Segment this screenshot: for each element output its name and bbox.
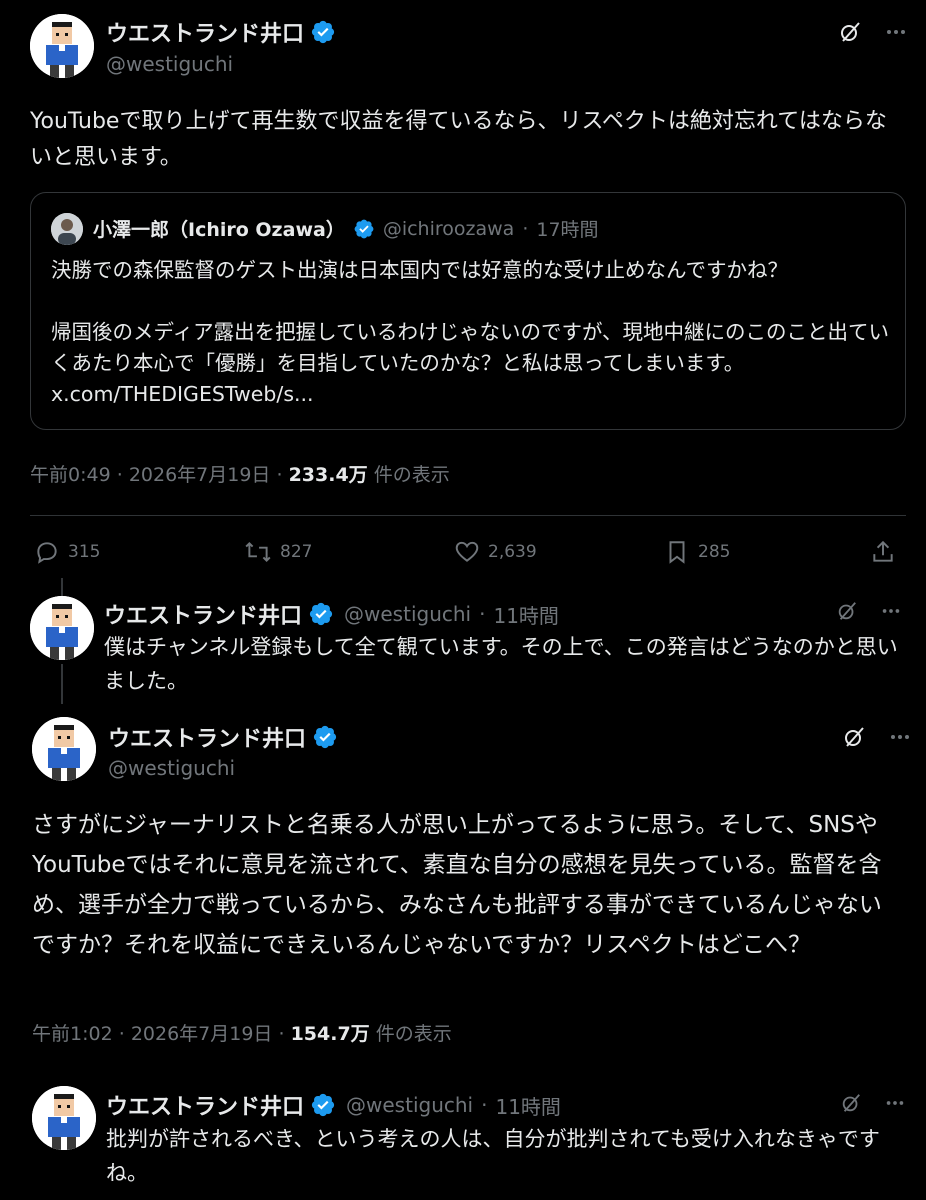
tweet-main-1[interactable]: ウエストランド井口 @westiguchi YouTubeで取り上げて再生数で収… bbox=[0, 0, 926, 590]
quoted-avatar[interactable] bbox=[51, 213, 83, 245]
author-handle[interactable]: @westiguchi bbox=[346, 1093, 473, 1117]
quoted-author-handle[interactable]: @ichiroozawa bbox=[383, 218, 515, 240]
tweet-meta: 午前1:02 · 2026年7月19日 · 154.7万 件の表示 bbox=[32, 1019, 452, 1046]
author-name[interactable]: ウエストランド井口 bbox=[104, 598, 302, 630]
like-icon bbox=[455, 541, 479, 562]
reply-icon bbox=[37, 542, 57, 564]
grok-icon[interactable] bbox=[840, 1092, 862, 1114]
like-count: 2,639 bbox=[488, 542, 537, 562]
view-count-label: 件の表示 bbox=[373, 464, 450, 486]
tweet-date[interactable]: 2026年7月19日 bbox=[131, 1023, 273, 1045]
more-icon[interactable] bbox=[888, 725, 912, 749]
separator: · bbox=[278, 1023, 285, 1045]
grok-icon[interactable] bbox=[836, 600, 858, 622]
bookmark-icon bbox=[669, 541, 685, 564]
author-name[interactable]: ウエストランド井口 bbox=[108, 721, 306, 753]
avatar[interactable] bbox=[32, 1086, 96, 1150]
action-bar: 315 827 2,639 285 bbox=[30, 535, 906, 575]
share-button[interactable] bbox=[870, 539, 904, 565]
reply-button[interactable]: 315 bbox=[34, 539, 100, 565]
repost-button[interactable]: 827 bbox=[244, 539, 312, 565]
quoted-tweet[interactable]: 小澤一郎（Ichiro Ozawa） @ichiroozawa · 17時間 決… bbox=[30, 192, 906, 430]
avatar[interactable] bbox=[30, 14, 94, 78]
author-handle[interactable]: @westiguchi bbox=[106, 52, 233, 76]
avatar[interactable] bbox=[32, 717, 96, 781]
grok-icon[interactable] bbox=[842, 725, 866, 749]
reply-tweet-2[interactable]: ウエストランド井口 @westiguchi · 11時間 批判が許されるべき、と… bbox=[0, 1080, 926, 1200]
tweet-date[interactable]: 2026年7月19日 bbox=[129, 464, 271, 486]
reply-tweet-1[interactable]: ウエストランド井口 @westiguchi · 11時間 僕はチャンネル登録もし… bbox=[0, 590, 926, 705]
tweet-text: 批判が許されるべき、という考えの人は、自分が批判されても受け入れなきゃですね。 bbox=[106, 1127, 880, 1185]
tweet-meta: 午前0:49 · 2026年7月19日 · 233.4万 件の表示 bbox=[30, 460, 450, 487]
separator: · bbox=[118, 1023, 125, 1045]
quoted-text-p2: 帰国後のメディア露出を把握しているわけじゃないのですが、現地中継にのこのこと出て… bbox=[51, 320, 890, 375]
quoted-text: 決勝での森保監督のゲスト出演は日本国内では好意的な受け止めなんですかね？ 帰国後… bbox=[51, 255, 891, 410]
separator: · bbox=[276, 464, 283, 486]
quoted-timestamp[interactable]: 17時間 bbox=[536, 215, 598, 242]
bookmark-count: 285 bbox=[698, 542, 731, 562]
tweet-time[interactable]: 午前0:49 bbox=[30, 464, 111, 486]
tweet-text: 僕はチャンネル登録もして全て観ています。その上で、この発言はどうなのかと思いまし… bbox=[104, 635, 898, 693]
view-count[interactable]: 233.4万 bbox=[289, 464, 368, 486]
verified-badge-icon bbox=[312, 724, 338, 750]
quoted-author-name[interactable]: 小澤一郎（Ichiro Ozawa） bbox=[93, 215, 345, 242]
grok-icon[interactable] bbox=[838, 20, 862, 44]
quoted-text-p1: 決勝での森保監督のゲスト出演は日本国内では好意的な受け止めなんですかね？ bbox=[51, 258, 788, 282]
repost-icon bbox=[245, 542, 271, 562]
author-handle[interactable]: @westiguchi bbox=[108, 756, 235, 780]
author-name[interactable]: ウエストランド井口 bbox=[106, 16, 304, 48]
more-icon[interactable] bbox=[880, 600, 902, 622]
author-handle[interactable]: @westiguchi bbox=[344, 602, 471, 626]
like-button[interactable]: 2,639 bbox=[454, 539, 537, 565]
quoted-link[interactable]: x.com/THEDIGESTweb/s... bbox=[51, 382, 314, 406]
view-count[interactable]: 154.7万 bbox=[291, 1023, 370, 1045]
share-icon bbox=[873, 540, 893, 562]
timestamp[interactable]: 11時間 bbox=[495, 1091, 560, 1120]
reply-count: 315 bbox=[68, 542, 101, 562]
verified-badge-icon bbox=[310, 19, 336, 45]
tweet-text: YouTubeで取り上げて再生数で収益を得ているなら、リスペクトは絶対忘れてはな… bbox=[30, 109, 887, 170]
separator: · bbox=[116, 464, 123, 486]
author-name[interactable]: ウエストランド井口 bbox=[106, 1089, 304, 1121]
tweet-text: さすがにジャーナリストと名乗る人が思い上がってるように思う。そして、SNSやYo… bbox=[32, 812, 882, 958]
bookmark-button[interactable]: 285 bbox=[664, 539, 730, 565]
more-icon[interactable] bbox=[884, 20, 908, 44]
avatar[interactable] bbox=[30, 596, 94, 660]
view-count-label: 件の表示 bbox=[375, 1023, 452, 1045]
verified-badge-icon bbox=[308, 601, 334, 627]
separator: · bbox=[522, 217, 529, 240]
tweet-time[interactable]: 午前1:02 bbox=[32, 1023, 113, 1045]
verified-badge-icon bbox=[310, 1092, 336, 1118]
tweet-main-2[interactable]: ウエストランド井口 @westiguchi さすがにジャーナリストと名乗る人が思… bbox=[0, 705, 926, 1075]
repost-count: 827 bbox=[280, 542, 313, 562]
more-icon[interactable] bbox=[884, 1092, 906, 1114]
verified-badge-icon bbox=[353, 218, 375, 240]
separator: · bbox=[479, 602, 486, 626]
separator: · bbox=[481, 1093, 488, 1117]
avatar-image bbox=[30, 14, 94, 78]
divider bbox=[30, 515, 906, 516]
timestamp[interactable]: 11時間 bbox=[493, 600, 558, 629]
